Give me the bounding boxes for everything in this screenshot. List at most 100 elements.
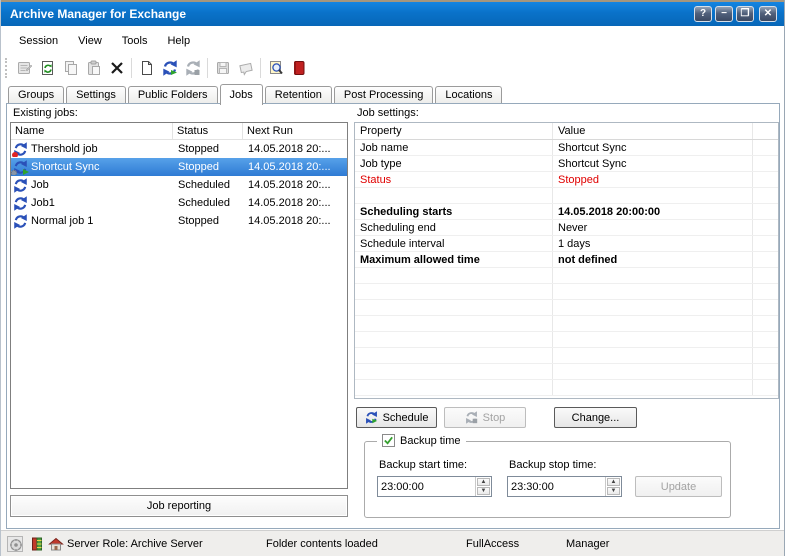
refresh-icon[interactable] — [36, 58, 59, 79]
column-header-property[interactable]: Property — [355, 123, 553, 139]
gear-icon — [11, 170, 17, 175]
tab-strip: Groups Settings Public Folders Jobs Rete… — [6, 83, 779, 104]
status-bar: Server Role: Archive Server Folder conte… — [1, 530, 784, 556]
job-sync-icon — [13, 178, 28, 193]
backup-start-time-input[interactable] — [378, 477, 475, 496]
setting-row[interactable]: Scheduling end Never — [355, 220, 778, 236]
delete-icon[interactable] — [105, 58, 128, 79]
copy-icon[interactable] — [59, 58, 82, 79]
tab-public-folders[interactable]: Public Folders — [128, 86, 218, 104]
tab-post-processing[interactable]: Post Processing — [334, 86, 433, 104]
red-dot-icon — [12, 152, 18, 157]
jobs-list-header: Name Status Next Run — [11, 123, 347, 140]
spin-down-button[interactable]: ▼ — [477, 487, 490, 495]
checkmark-icon — [383, 435, 394, 446]
toolbar-gripper[interactable] — [5, 58, 9, 78]
tab-settings[interactable]: Settings — [66, 86, 126, 104]
setting-row[interactable]: Schedule interval 1 days — [355, 236, 778, 252]
backup-stop-label: Backup stop time: — [509, 459, 596, 471]
user-role-text: Manager — [566, 538, 609, 550]
save-icon[interactable] — [211, 58, 234, 79]
run-job-icon — [365, 411, 378, 424]
log-icon[interactable] — [287, 58, 310, 79]
job-status: Stopped — [173, 143, 243, 155]
archive-status-icon — [29, 536, 45, 552]
job-row-shortcut-sync[interactable]: Shortcut Sync Stopped 14.05.2018 20:... — [11, 158, 347, 176]
job-sync-icon — [13, 214, 28, 229]
spin-down-button[interactable]: ▼ — [607, 487, 620, 495]
menu-session[interactable]: Session — [9, 31, 68, 51]
update-button[interactable]: Update — [635, 476, 722, 497]
menu-view[interactable]: View — [68, 31, 112, 51]
help-button[interactable]: ? — [694, 6, 712, 22]
window-controls: ? − ❐ ✕ — [694, 6, 777, 22]
settings-header: Property Value — [355, 123, 778, 140]
minimize-button[interactable]: − — [715, 6, 733, 22]
maximize-button[interactable]: ❐ — [736, 6, 754, 22]
grid-row-empty — [355, 316, 778, 332]
spin-up-button[interactable]: ▲ — [607, 478, 620, 486]
jobs-tab-panel: Existing jobs: Name Status Next Run Ther… — [6, 103, 780, 529]
job-status: Stopped — [173, 161, 243, 173]
column-header-next-run[interactable]: Next Run — [243, 123, 347, 139]
setting-row[interactable]: Maximum allowed time not defined — [355, 252, 778, 268]
menu-help[interactable]: Help — [157, 31, 200, 51]
comment-icon[interactable] — [234, 58, 257, 79]
paste-icon[interactable] — [82, 58, 105, 79]
grid-row-empty — [355, 268, 778, 284]
job-row-job1[interactable]: Job1 Scheduled 14.05.2018 20:... — [11, 194, 347, 212]
backup-stop-time-input[interactable] — [508, 477, 605, 496]
status-message-text: Folder contents loaded — [266, 538, 378, 550]
run-job-icon[interactable] — [158, 58, 181, 79]
column-header-status[interactable]: Status — [173, 123, 243, 139]
menu-tools[interactable]: Tools — [112, 31, 158, 51]
toolbar — [1, 54, 784, 82]
tab-locations[interactable]: Locations — [435, 86, 502, 104]
find-icon[interactable] — [264, 58, 287, 79]
job-row-job[interactable]: Job Scheduled 14.05.2018 20:... — [11, 176, 347, 194]
backup-start-label: Backup start time: — [379, 459, 467, 471]
backup-time-label: Backup time — [400, 435, 461, 447]
column-header-value[interactable]: Value — [553, 123, 753, 139]
jobs-list: Name Status Next Run Thershold job Stopp… — [10, 122, 348, 489]
toolbar-separator — [131, 58, 132, 78]
grid-row-empty — [355, 284, 778, 300]
toolbar-separator — [260, 58, 261, 78]
setting-row-empty — [355, 188, 778, 204]
gear-status-icon — [7, 536, 23, 552]
title-bar: Archive Manager for Exchange ? − ❐ ✕ — [1, 0, 784, 26]
close-button[interactable]: ✕ — [759, 6, 777, 22]
new-job-icon[interactable] — [135, 58, 158, 79]
backup-time-group: Backup time Backup start time: Backup st… — [364, 441, 731, 518]
properties-icon[interactable] — [13, 58, 36, 79]
job-settings-label: Job settings: — [357, 107, 419, 119]
tab-jobs[interactable]: Jobs — [220, 84, 263, 105]
job-settings-table: Property Value Job name Shortcut Sync Jo… — [354, 122, 779, 399]
job-name: Thershold job — [31, 143, 98, 155]
job-sync-red-icon — [13, 142, 28, 157]
job-next-run: 14.05.2018 20:... — [243, 179, 347, 191]
tab-groups[interactable]: Groups — [8, 86, 64, 104]
job-next-run: 14.05.2018 20:... — [243, 197, 347, 209]
job-reporting-button[interactable]: Job reporting — [10, 495, 348, 517]
access-level-text: FullAccess — [466, 538, 519, 550]
grid-row-empty — [355, 348, 778, 364]
job-row-normal-job-1[interactable]: Normal job 1 Stopped 14.05.2018 20:... — [11, 212, 347, 230]
stop-button[interactable]: Stop — [444, 407, 526, 428]
stop-job-icon[interactable] — [181, 58, 204, 79]
setting-row[interactable]: Scheduling starts 14.05.2018 20:00:00 — [355, 204, 778, 220]
job-name: Job — [31, 179, 49, 191]
existing-jobs-label: Existing jobs: — [13, 107, 78, 119]
column-header-name[interactable]: Name — [11, 123, 173, 139]
schedule-button[interactable]: Schedule — [356, 407, 437, 428]
change-button[interactable]: Change... — [554, 407, 637, 428]
backup-time-checkbox[interactable] — [382, 434, 395, 447]
spin-up-button[interactable]: ▲ — [477, 478, 490, 486]
setting-row[interactable]: Job type Shortcut Sync — [355, 156, 778, 172]
job-row-thershold-job[interactable]: Thershold job Stopped 14.05.2018 20:... — [11, 140, 347, 158]
tab-retention[interactable]: Retention — [265, 86, 332, 104]
setting-row[interactable]: Job name Shortcut Sync — [355, 140, 778, 156]
green-arrow-icon — [23, 169, 29, 175]
server-role-text: Server Role: Archive Server — [67, 538, 203, 550]
setting-row-status[interactable]: Status Stopped — [355, 172, 778, 188]
